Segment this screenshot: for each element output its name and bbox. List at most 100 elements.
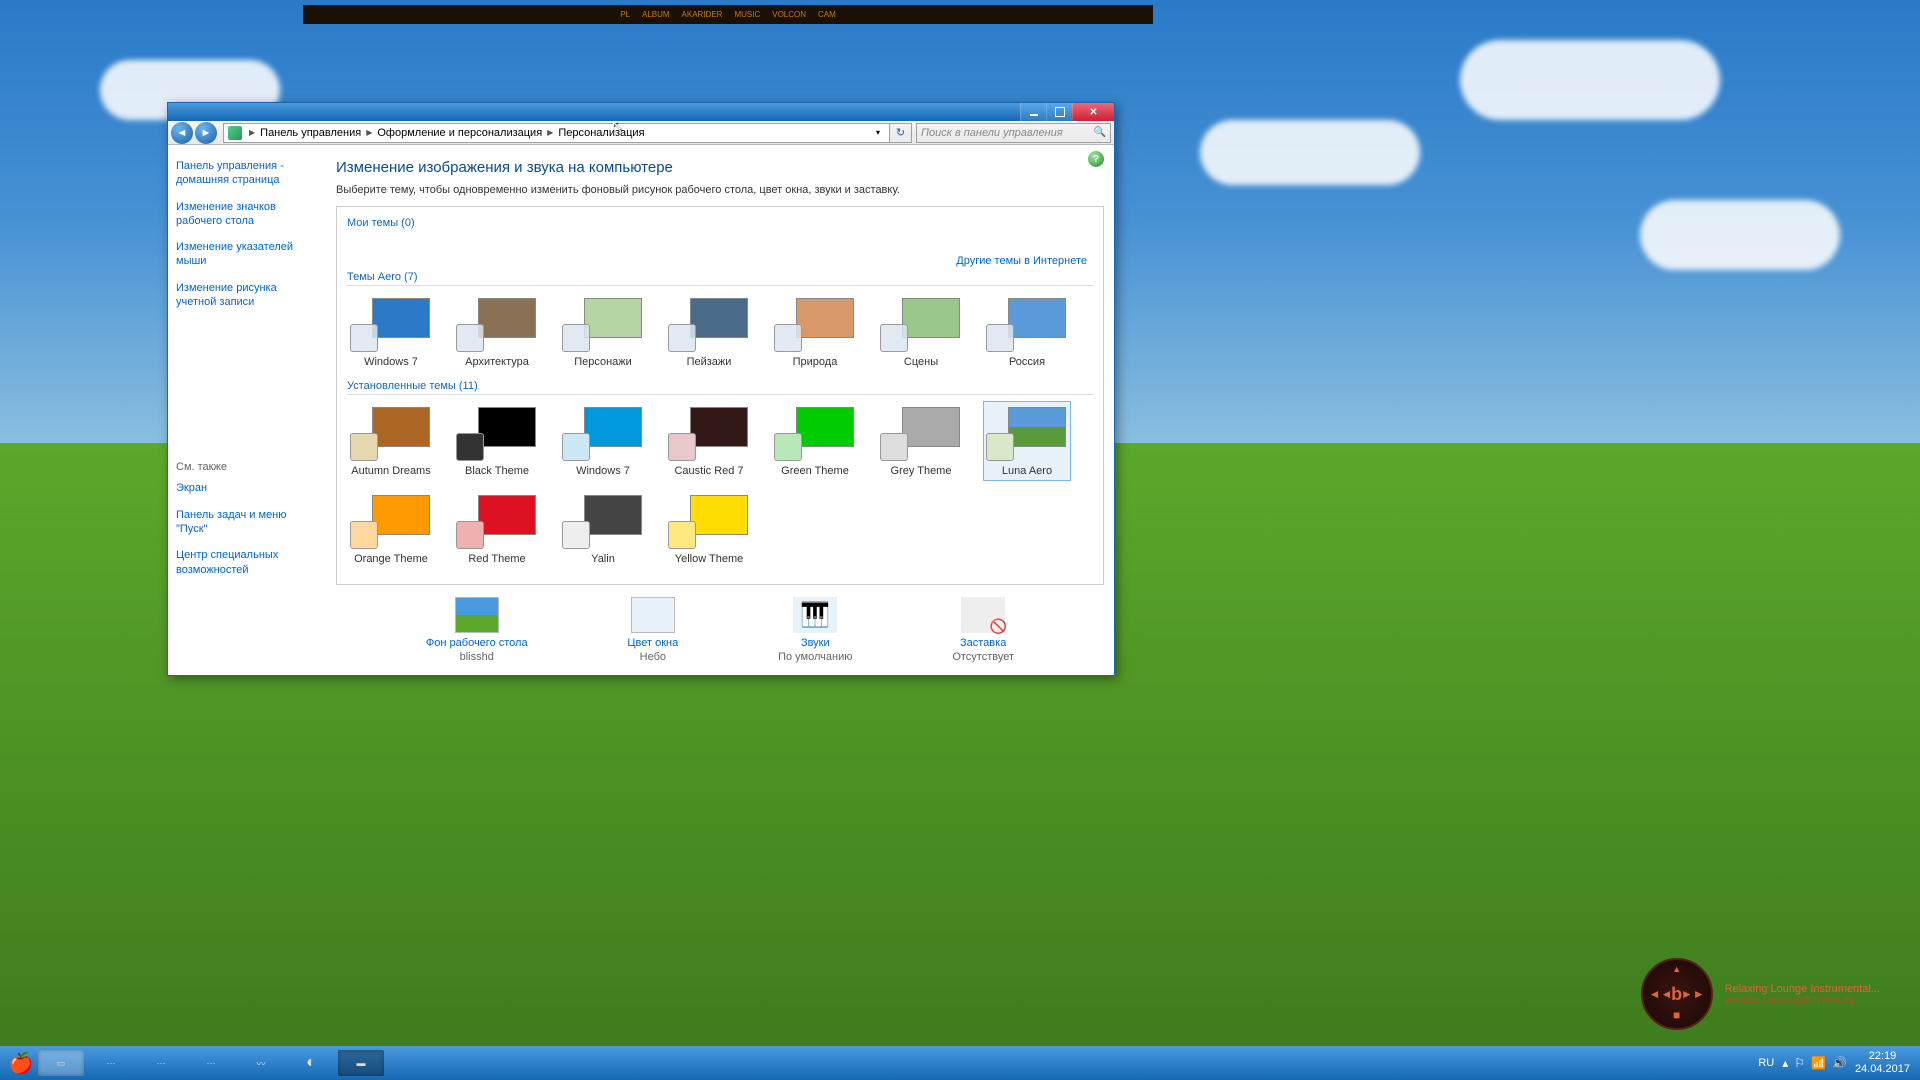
theme-label: Пейзажи: [687, 356, 732, 368]
theme-card[interactable]: Black Theme: [453, 401, 541, 481]
theme-card[interactable]: Персонажи: [559, 292, 647, 372]
theme-label: Green Theme: [781, 465, 849, 477]
theme-label: Windows 7: [576, 465, 630, 477]
close-button[interactable]: [1072, 103, 1114, 121]
theme-card[interactable]: Luna Aero: [983, 401, 1071, 481]
topbar-item[interactable]: VOLCON: [772, 10, 806, 19]
theme-card[interactable]: Green Theme: [771, 401, 859, 481]
taskbar-app[interactable]: ···: [138, 1050, 184, 1076]
topbar-item[interactable]: AKARIDER: [682, 10, 723, 19]
vol-up-icon[interactable]: ▲: [1672, 964, 1681, 974]
back-button[interactable]: ◄: [171, 122, 193, 144]
start-button[interactable]: 🍎: [6, 1048, 36, 1078]
theme-card[interactable]: Природа: [771, 292, 859, 372]
sidebar-link-display[interactable]: Экран: [176, 481, 310, 495]
theme-card[interactable]: Autumn Dreams: [347, 401, 435, 481]
option-value: Небо: [640, 651, 666, 663]
taskbar-app-explorer[interactable]: ▭: [38, 1050, 84, 1076]
theme-card[interactable]: Caustic Red 7: [665, 401, 753, 481]
theme-label: Россия: [1009, 356, 1045, 368]
taskbar-app[interactable]: ···: [88, 1050, 134, 1076]
theme-card[interactable]: Сцены: [877, 292, 965, 372]
titlebar[interactable]: [168, 103, 1114, 121]
maximize-button[interactable]: [1046, 103, 1072, 121]
theme-label: Grey Theme: [891, 465, 952, 477]
theme-card[interactable]: Пейзажи: [665, 292, 753, 372]
bliss-icon: [455, 597, 499, 633]
address-bar[interactable]: ▶ Панель управления ▶ Оформление и персо…: [223, 123, 890, 143]
mouse-cursor-icon: ↖: [611, 117, 623, 134]
taskbar-app-browser[interactable]: ◐: [288, 1050, 334, 1076]
theme-card[interactable]: Архитектура: [453, 292, 541, 372]
option-title: Фон рабочего стола: [426, 637, 528, 649]
option-value: Отсутствует: [952, 651, 1014, 663]
taskbar-app[interactable]: ···: [188, 1050, 234, 1076]
option-title: Звуки: [801, 637, 830, 649]
theme-card[interactable]: Windows 7: [559, 401, 647, 481]
main-panel: ? Изменение изображения и звука на компь…: [318, 145, 1114, 675]
breadcrumb-item[interactable]: Оформление и персонализация: [375, 127, 544, 139]
theme-card[interactable]: Windows 7: [347, 292, 435, 372]
next-track-icon[interactable]: ►►: [1681, 987, 1705, 1001]
section-my-themes: Мои темы (0): [347, 217, 1093, 231]
tray-volume-icon[interactable]: 🔊: [1832, 1056, 1847, 1070]
option-title: Заставка: [960, 637, 1006, 649]
bottom-option[interactable]: Фон рабочего столаblisshd: [426, 597, 528, 663]
theme-label: Природа: [793, 356, 838, 368]
sidebar-link-ease[interactable]: Центр специальных возможностей: [176, 548, 310, 577]
page-subtitle: Выберите тему, чтобы одновременно измени…: [336, 184, 1104, 196]
taskbar-app-terminal[interactable]: ▬: [338, 1050, 384, 1076]
sidebar-link-taskbar[interactable]: Панель задач и меню "Пуск": [176, 508, 310, 537]
theme-card[interactable]: Россия: [983, 292, 1071, 372]
theme-card[interactable]: Yellow Theme: [665, 489, 753, 569]
theme-label: Orange Theme: [354, 553, 428, 565]
online-themes-link[interactable]: Другие темы в Интернете: [956, 255, 1087, 267]
forward-button[interactable]: ►: [195, 122, 217, 144]
themes-scroll-pane[interactable]: Мои темы (0) Другие темы в Интернете Тем…: [336, 206, 1104, 585]
taskbar-app[interactable]: 〰: [238, 1050, 284, 1076]
theme-label: Yalin: [591, 553, 615, 565]
sidebar-link-pointers[interactable]: Изменение указателей мыши: [176, 240, 310, 269]
minimize-button[interactable]: [1020, 103, 1046, 121]
bottom-option[interactable]: Цвет окна Небо: [627, 597, 678, 663]
saver-icon: [961, 597, 1005, 633]
breadcrumb-item[interactable]: Персонализация: [556, 127, 646, 139]
theme-card[interactable]: Red Theme: [453, 489, 541, 569]
theme-card[interactable]: Orange Theme: [347, 489, 435, 569]
tray-lang[interactable]: RU: [1758, 1057, 1774, 1069]
topbar-item[interactable]: CAM: [818, 10, 836, 19]
stop-icon[interactable]: ■: [1673, 1008, 1680, 1022]
theme-label: Black Theme: [465, 465, 529, 477]
section-aero: Темы Aero (7): [347, 271, 1093, 286]
theme-label: Caustic Red 7: [674, 465, 743, 477]
sidebar-link-icons[interactable]: Изменение значков рабочего стола: [176, 200, 310, 229]
theme-card[interactable]: Grey Theme: [877, 401, 965, 481]
tray-clock[interactable]: 22:19 24.04.2017: [1855, 1050, 1914, 1076]
option-title: Цвет окна: [627, 637, 678, 649]
breadcrumb-item[interactable]: Панель управления: [258, 127, 363, 139]
navigation-bar: ◄ ► ▶ Панель управления ▶ Оформление и п…: [168, 121, 1114, 145]
music-player-disc[interactable]: ◄◄ ►► ▲ ■: [1641, 958, 1713, 1030]
music-widget[interactable]: ◄◄ ►► ▲ ■ Relaxing Lounge Instrumental..…: [1641, 958, 1880, 1030]
tray-network-icon[interactable]: 📶: [1811, 1056, 1826, 1070]
sidebar-link-account[interactable]: Изменение рисунка учетной записи: [176, 281, 310, 310]
search-input[interactable]: Поиск в панели управления: [916, 123, 1111, 143]
color-icon: [631, 597, 675, 633]
page-title: Изменение изображения и звука на компьют…: [336, 159, 1104, 176]
prev-track-icon[interactable]: ◄◄: [1649, 987, 1673, 1001]
taskbar[interactable]: 🍎 ▭ ··· ··· ··· 〰 ◐ ▬ RU ▴ ⚐ 📶 🔊 22:19 2…: [0, 1046, 1920, 1080]
tray-flag-icon[interactable]: ⚐: [1794, 1056, 1805, 1070]
refresh-button[interactable]: ↻: [890, 123, 912, 143]
theme-card[interactable]: Yalin: [559, 489, 647, 569]
topbar-item[interactable]: MUSIC: [734, 10, 760, 19]
theme-label: Персонажи: [574, 356, 632, 368]
bottom-option[interactable]: Заставка Отсутствует: [952, 597, 1014, 663]
topbar-item[interactable]: PL: [620, 10, 630, 19]
help-icon[interactable]: ?: [1088, 151, 1104, 167]
bottom-option[interactable]: 🎹ЗвукиПо умолчанию: [778, 597, 852, 663]
sidebar-link-home[interactable]: Панель управления - домашняя страница: [176, 159, 310, 188]
system-tray: RU ▴ ⚐ 📶 🔊 22:19 24.04.2017: [1758, 1050, 1914, 1076]
tray-show-hidden-icon[interactable]: ▴: [1782, 1056, 1788, 1070]
topbar-item[interactable]: ALBUM: [642, 10, 670, 19]
theme-label: Red Theme: [468, 553, 525, 565]
